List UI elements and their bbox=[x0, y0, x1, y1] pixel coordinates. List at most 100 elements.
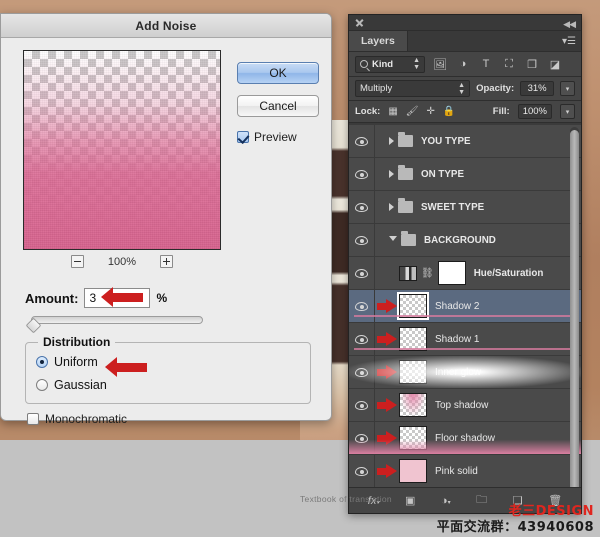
adjustment-layer-filter-icon[interactable]: ◑ bbox=[455, 58, 471, 70]
layer-mask-thumbnail[interactable] bbox=[438, 261, 466, 285]
fill-value[interactable]: 100% bbox=[518, 104, 552, 119]
chevron-updown-icon: ▲▼ bbox=[413, 57, 420, 71]
tab-layers[interactable]: Layers bbox=[349, 31, 408, 51]
collapse-to-icons-icon[interactable]: ◀◀ bbox=[563, 19, 575, 30]
monochromatic-checkbox[interactable]: Monochromatic bbox=[27, 412, 127, 426]
shape-layer-filter-icon[interactable]: ⛶ bbox=[501, 58, 517, 71]
layer-visibility-toggle[interactable] bbox=[349, 257, 375, 289]
layer-name: Top shadow bbox=[435, 400, 488, 411]
amount-slider[interactable] bbox=[31, 316, 203, 324]
eye-icon bbox=[355, 335, 368, 344]
layer-thumbnail[interactable] bbox=[399, 393, 427, 417]
panel-tabbar: Layers ▾☰ bbox=[349, 31, 581, 51]
layer-thumbnail[interactable] bbox=[399, 327, 427, 351]
scrollbar-thumb[interactable] bbox=[570, 130, 579, 500]
layer-filter-row: Kind ▲▼ 🖼 ◑ T ⛶ ❐ ◪ bbox=[349, 51, 581, 77]
dialog-titlebar: Add Noise bbox=[1, 14, 331, 38]
layer-visibility-toggle[interactable] bbox=[349, 323, 375, 355]
table-row[interactable]: YOU TYPE bbox=[349, 125, 581, 158]
preview-checkbox[interactable]: Preview bbox=[237, 130, 297, 144]
smart-object-filter-icon[interactable]: ❐ bbox=[524, 58, 540, 71]
layer-visibility-toggle[interactable] bbox=[349, 455, 375, 487]
layer-visibility-toggle[interactable] bbox=[349, 389, 375, 421]
layers-scrollbar[interactable] bbox=[570, 127, 579, 483]
opacity-value[interactable]: 31% bbox=[520, 81, 554, 96]
table-row[interactable]: ⛓ Hue/Saturation bbox=[349, 257, 581, 290]
table-row[interactable]: SWEET TYPE bbox=[349, 191, 581, 224]
noise-preview[interactable] bbox=[23, 50, 221, 250]
layer-thumbnail[interactable] bbox=[399, 459, 427, 483]
folder-icon bbox=[398, 168, 413, 180]
table-row[interactable]: ON TYPE bbox=[349, 158, 581, 191]
layer-list[interactable]: YOU TYPE ON TYPE SWEET TYPE BACKGROUND bbox=[349, 125, 581, 487]
eye-icon bbox=[355, 203, 368, 212]
radio-uniform[interactable]: Uniform bbox=[36, 355, 98, 369]
table-row[interactable]: Shadow 2 bbox=[349, 290, 581, 323]
table-row[interactable]: Shadow 1 bbox=[349, 323, 581, 356]
type-layer-filter-icon[interactable]: T bbox=[478, 58, 494, 70]
table-row[interactable]: Floor shadow bbox=[349, 422, 581, 455]
lock-all-icon[interactable]: 🔒 bbox=[443, 106, 455, 117]
preview-zoom-controls: 100% bbox=[23, 255, 221, 268]
minus-icon[interactable] bbox=[71, 255, 84, 268]
fill-dropdown-icon[interactable]: ▾ bbox=[560, 104, 575, 119]
add-noise-dialog: Add Noise 100% OK Cancel Preview Amount:… bbox=[0, 13, 332, 421]
plus-icon[interactable] bbox=[160, 255, 173, 268]
radio-uniform-label: Uniform bbox=[54, 355, 98, 369]
blend-mode-select[interactable]: Multiply ▲▼ bbox=[355, 80, 470, 97]
radio-gaussian[interactable]: Gaussian bbox=[36, 378, 107, 392]
kind-filter-select[interactable]: Kind ▲▼ bbox=[355, 56, 425, 73]
layer-name: ON TYPE bbox=[421, 169, 464, 180]
new-group-icon[interactable]: 🗀 bbox=[476, 491, 487, 510]
layer-name: BACKGROUND bbox=[424, 235, 496, 246]
amount-slider-thumb[interactable] bbox=[26, 318, 42, 334]
layer-name: Hue/Saturation bbox=[474, 268, 544, 279]
panel-menu-icon[interactable]: ▾☰ bbox=[562, 36, 576, 47]
cancel-button[interactable]: Cancel bbox=[237, 95, 319, 117]
link-icon[interactable]: ⛓ bbox=[421, 268, 434, 279]
chevron-right-icon[interactable] bbox=[389, 203, 394, 211]
layer-visibility-toggle[interactable] bbox=[349, 191, 375, 223]
new-adjustment-layer-icon[interactable]: ◑▾ bbox=[441, 495, 451, 507]
checkbox-icon bbox=[237, 131, 249, 143]
table-row[interactable]: Top shadow bbox=[349, 389, 581, 422]
chevron-right-icon[interactable] bbox=[389, 137, 394, 145]
add-layer-mask-icon[interactable]: ▣ bbox=[405, 494, 415, 507]
adjustment-thumbnail[interactable] bbox=[399, 266, 417, 281]
layer-thumbnail[interactable] bbox=[399, 360, 427, 384]
chevron-right-icon[interactable] bbox=[389, 170, 394, 178]
layer-visibility-toggle[interactable] bbox=[349, 290, 375, 322]
close-icon[interactable] bbox=[355, 18, 364, 27]
lock-row: Lock: ▦ 🖌 ✛ 🔒 Fill: 100% ▾ bbox=[349, 101, 581, 123]
chevron-down-icon[interactable] bbox=[389, 236, 397, 245]
filter-toggle-icon[interactable]: ◪ bbox=[547, 58, 563, 71]
radio-icon bbox=[36, 356, 48, 368]
layer-thumbnail[interactable] bbox=[399, 294, 427, 318]
table-row[interactable]: Pink solid bbox=[349, 455, 581, 487]
layer-visibility-toggle[interactable] bbox=[349, 158, 375, 190]
preview-label: Preview bbox=[254, 130, 297, 144]
lock-position-icon[interactable]: ✛ bbox=[427, 106, 435, 117]
table-row[interactable]: Inner glow bbox=[349, 356, 581, 389]
opacity-label: Opacity: bbox=[476, 83, 514, 94]
zoom-level: 100% bbox=[108, 256, 136, 268]
layer-visibility-toggle[interactable] bbox=[349, 125, 375, 157]
ok-button[interactable]: OK bbox=[237, 62, 319, 84]
opacity-dropdown-icon[interactable]: ▾ bbox=[560, 81, 575, 96]
eye-icon bbox=[355, 236, 368, 245]
table-row[interactable]: BACKGROUND bbox=[349, 224, 581, 257]
layer-name: Shadow 2 bbox=[435, 301, 479, 312]
layer-visibility-toggle[interactable] bbox=[349, 224, 375, 256]
textbook-note: Textbook of translation bbox=[300, 494, 392, 504]
layer-thumbnail[interactable] bbox=[399, 426, 427, 450]
pixel-layer-filter-icon[interactable]: 🖼 bbox=[432, 58, 448, 71]
amount-label: Amount: bbox=[25, 291, 78, 306]
blend-mode-value: Multiply bbox=[360, 83, 392, 94]
layer-name: SWEET TYPE bbox=[421, 202, 484, 213]
lock-transparency-icon[interactable]: ▦ bbox=[388, 106, 397, 117]
eye-icon bbox=[355, 269, 368, 278]
lock-image-icon[interactable]: 🖌 bbox=[406, 106, 419, 117]
annotation-arrow-layer bbox=[375, 332, 399, 346]
search-icon bbox=[360, 60, 368, 68]
panel-titlebar: ◀◀ bbox=[349, 15, 581, 31]
